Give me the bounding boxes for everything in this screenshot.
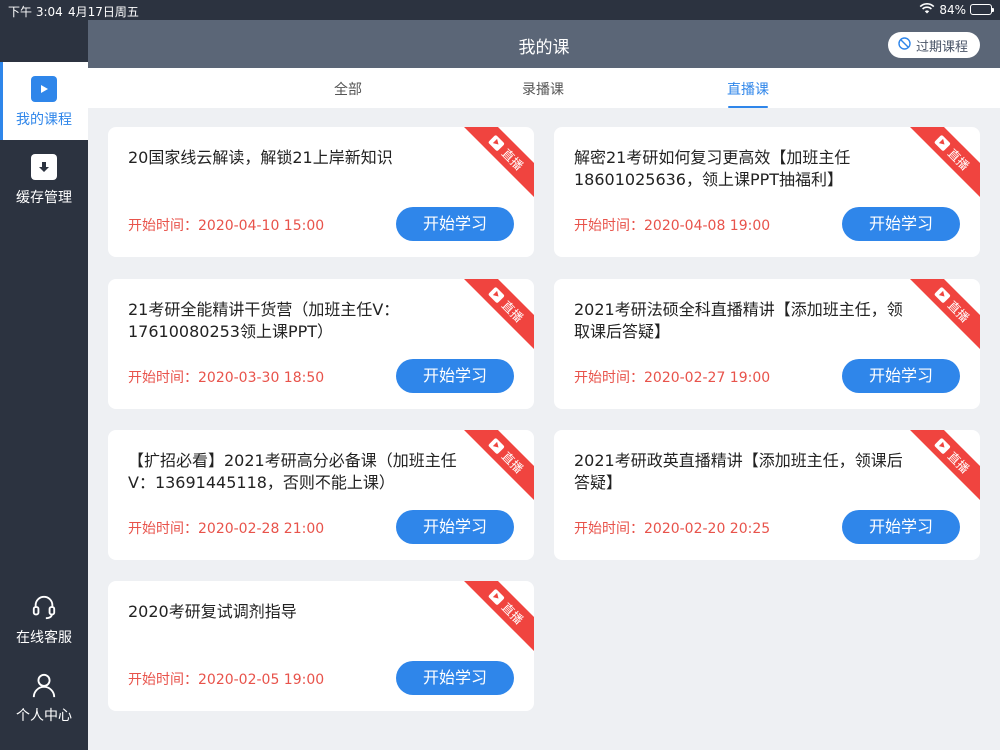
live-badge-label: 直播	[945, 448, 973, 476]
battery-icon	[970, 4, 994, 15]
course-start-time: 开始时间：2020-02-27 19:00	[574, 370, 771, 386]
sidebar-item-label: 个人中心	[16, 708, 72, 724]
course-title: 2020考研复试调剂指导	[128, 602, 297, 621]
live-badge-label: 直播	[945, 145, 973, 173]
course-title: 解密21考研如何复习更高效【加班主任18601025636，领上课PPT抽福利】	[574, 148, 851, 189]
live-tv-icon	[934, 286, 952, 304]
sidebar-item-label: 在线客服	[16, 630, 72, 646]
status-bar: 下午 3:04 4月17日周五 84%	[0, 0, 1000, 20]
course-start-time: 开始时间：2020-04-10 15:00	[128, 218, 325, 234]
course-title: 【扩招必看】2021考研高分必备课（加班主任V：13691445118，否则不能…	[128, 451, 457, 492]
live-tv-icon	[488, 134, 506, 152]
header-bar: 我的课 过期课程	[88, 20, 1000, 68]
clock-icon	[898, 36, 911, 54]
live-tv-icon	[488, 437, 506, 455]
page-title: 我的课	[518, 38, 570, 58]
battery-percent: 84%	[939, 2, 966, 17]
tab-all[interactable]: 全部	[303, 79, 393, 99]
tab-live[interactable]: 直播课	[703, 79, 793, 108]
course-start-time: 开始时间：2020-03-30 18:50	[128, 370, 325, 386]
start-learning-button[interactable]: 开始学习	[396, 510, 514, 544]
live-badge: 直播	[905, 430, 980, 504]
start-learning-button[interactable]: 开始学习	[396, 207, 514, 241]
live-tv-icon	[934, 437, 952, 455]
tab-recorded[interactable]: 录播课	[498, 79, 588, 99]
start-learning-button[interactable]: 开始学习	[842, 359, 960, 393]
course-start-time: 开始时间：2020-02-05 19:00	[128, 672, 325, 688]
course-title: 2021考研政英直播精讲【添加班主任，领课后答疑】	[574, 451, 903, 492]
start-learning-button[interactable]: 开始学习	[842, 510, 960, 544]
course-card[interactable]: 21考研全能精讲干货营（加班主任V：17610080253领上课PPT） 开始时…	[108, 279, 534, 409]
live-badge: 直播	[905, 127, 980, 201]
course-card[interactable]: 解密21考研如何复习更高效【加班主任18601025636，领上课PPT抽福利】…	[554, 127, 980, 257]
live-badge: 直播	[459, 127, 534, 201]
live-badge-label: 直播	[945, 297, 973, 325]
status-right: 84%	[919, 2, 994, 17]
sidebar-item-personal-center[interactable]: 个人中心	[0, 658, 88, 736]
live-badge: 直播	[459, 279, 534, 353]
course-type-tabs: 全部 录播课 直播课	[88, 68, 1000, 108]
course-card[interactable]: 【扩招必看】2021考研高分必备课（加班主任V：13691445118，否则不能…	[108, 430, 534, 560]
sidebar-item-cache-manage[interactable]: 缓存管理	[0, 140, 88, 218]
play-icon	[31, 76, 57, 102]
live-badge-label: 直播	[499, 297, 527, 325]
course-card[interactable]: 2020考研复试调剂指导 开始时间：2020-02-05 19:00 开始学习 …	[108, 581, 534, 711]
course-card[interactable]: 20国家线云解读，解锁21上岸新知识 开始时间：2020-04-10 15:00…	[108, 127, 534, 257]
sidebar-item-online-service[interactable]: 在线客服	[0, 580, 88, 658]
expired-courses-button[interactable]: 过期课程	[887, 32, 980, 58]
expired-courses-label: 过期课程	[915, 39, 968, 55]
course-start-time: 开始时间：2020-02-28 21:00	[128, 521, 325, 537]
live-badge-label: 直播	[499, 599, 527, 627]
sidebar-item-my-courses[interactable]: 我的课程	[0, 62, 88, 140]
live-badge: 直播	[459, 430, 534, 504]
headset-icon	[31, 594, 57, 620]
live-badge: 直播	[905, 279, 980, 353]
live-tv-icon	[488, 588, 506, 606]
user-icon	[31, 672, 57, 698]
live-badge: 直播	[459, 581, 534, 655]
status-time: 下午 3:04	[8, 5, 63, 19]
wifi-icon	[919, 2, 935, 17]
live-tv-icon	[488, 286, 506, 304]
live-badge-label: 直播	[499, 448, 527, 476]
course-card[interactable]: 2021考研政英直播精讲【添加班主任，领课后答疑】 开始时间：2020-02-2…	[554, 430, 980, 560]
sidebar: 我的课程 缓存管理 在线客服 个人中心	[0, 20, 88, 750]
sidebar-item-label: 我的课程	[16, 112, 72, 128]
course-title: 2021考研法硕全科直播精讲【添加班主任，领取课后答疑】	[574, 300, 903, 341]
status-date: 4月17日周五	[68, 5, 139, 19]
course-title: 21考研全能精讲干货营（加班主任V：17610080253领上课PPT）	[128, 300, 400, 341]
course-start-time: 开始时间：2020-02-20 20:25	[574, 521, 771, 537]
download-icon	[31, 154, 57, 180]
start-learning-button[interactable]: 开始学习	[396, 661, 514, 695]
start-learning-button[interactable]: 开始学习	[396, 359, 514, 393]
live-badge-label: 直播	[499, 145, 527, 173]
course-title: 20国家线云解读，解锁21上岸新知识	[128, 148, 393, 167]
start-learning-button[interactable]: 开始学习	[842, 207, 960, 241]
course-start-time: 开始时间：2020-04-08 19:00	[574, 218, 771, 234]
course-card[interactable]: 2021考研法硕全科直播精讲【添加班主任，领取课后答疑】 开始时间：2020-0…	[554, 279, 980, 409]
sidebar-item-label: 缓存管理	[16, 190, 72, 206]
live-tv-icon	[934, 134, 952, 152]
